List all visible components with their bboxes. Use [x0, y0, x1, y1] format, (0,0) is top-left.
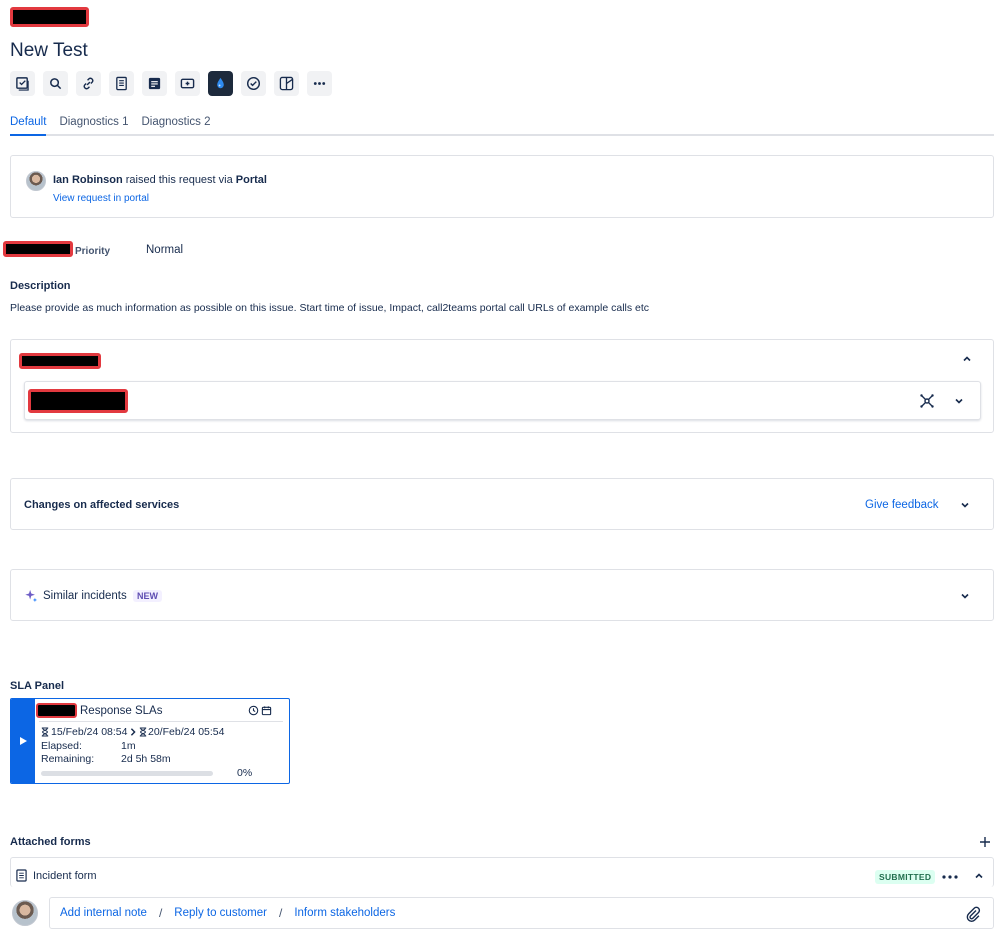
- attached-forms-heading: Attached forms: [10, 836, 91, 848]
- chevron-up-icon[interactable]: [961, 353, 973, 365]
- changes-section-card[interactable]: Changes on affected services Give feedba…: [10, 478, 994, 530]
- hourglass-icon: [41, 727, 49, 737]
- clock-icon[interactable]: [248, 705, 259, 716]
- sla-progress-bar: [41, 771, 213, 776]
- raised-via-text: raised this request via: [122, 174, 236, 186]
- description-text[interactable]: Please provide as much information as po…: [10, 302, 649, 314]
- add-internal-note-button[interactable]: Add internal note: [60, 907, 147, 919]
- check-circle-icon[interactable]: [241, 71, 266, 96]
- chevron-down-icon[interactable]: [959, 499, 971, 511]
- link-icon[interactable]: [76, 71, 101, 96]
- channel-name: Portal: [235, 174, 267, 186]
- more-icon[interactable]: [942, 874, 958, 880]
- sla-name: Response SLAs: [80, 705, 163, 717]
- network-icon[interactable]: [919, 393, 935, 409]
- calendar-icon[interactable]: [261, 705, 272, 716]
- sla-remaining-value: 2d 5h 58m: [121, 753, 171, 765]
- form-row[interactable]: Incident form SUBMITTED: [10, 857, 994, 887]
- similar-incidents-title: Similar incidents: [43, 590, 127, 602]
- reply-to-customer-button[interactable]: Reply to customer: [174, 907, 267, 919]
- redacted-section-card: [10, 339, 994, 433]
- add-screen-icon[interactable]: [175, 71, 200, 96]
- priority-label: Priority: [75, 246, 111, 257]
- redacted-section-title: [19, 353, 101, 369]
- reporter-avatar: [26, 171, 46, 191]
- sla-elapsed-value: 1m: [121, 740, 136, 752]
- request-origin-card: Ian Robinson raised this request via Por…: [10, 155, 994, 218]
- inform-stakeholders-button[interactable]: Inform stakeholders: [294, 907, 395, 919]
- chevron-down-icon[interactable]: [953, 395, 965, 407]
- chevron-up-icon[interactable]: [973, 870, 985, 882]
- redacted-sla-prefix: [36, 703, 77, 718]
- sla-end: 20/Feb/24 05:54: [148, 726, 225, 738]
- sla-panel-heading: SLA Panel: [10, 680, 64, 692]
- sla-start: 15/Feb/24 08:54: [51, 726, 128, 738]
- separator: /: [278, 906, 283, 920]
- raised-text: Ian Robinson raised this request via Por…: [53, 174, 267, 186]
- current-user-avatar: [12, 900, 38, 926]
- tab-bar: Default Diagnostics 1 Diagnostics 2: [10, 116, 994, 136]
- chevron-right-icon: [130, 728, 136, 736]
- sla-elapsed-label: Elapsed:: [41, 740, 82, 752]
- sla-remaining-label: Remaining:: [41, 753, 95, 765]
- changes-section-title: Changes on affected services: [24, 499, 180, 511]
- drop-icon[interactable]: [208, 71, 233, 96]
- tab-diagnostics-2[interactable]: Diagnostics 2: [141, 116, 210, 134]
- separator: /: [158, 906, 163, 920]
- issue-toolbar: [10, 71, 332, 96]
- more-icon[interactable]: [307, 71, 332, 96]
- tab-default[interactable]: Default: [10, 116, 47, 136]
- sla-progress-text: 0%: [237, 767, 253, 779]
- add-icon[interactable]: [979, 836, 991, 848]
- notes-icon[interactable]: [142, 71, 167, 96]
- description-heading: Description: [10, 280, 71, 292]
- sla-divider: [39, 721, 283, 722]
- redacted-field-label: [3, 241, 73, 257]
- form-icon: [16, 869, 27, 882]
- reporter-name[interactable]: Ian Robinson: [53, 174, 123, 186]
- checklist-icon[interactable]: [10, 71, 35, 96]
- chevron-down-icon[interactable]: [959, 590, 971, 602]
- new-badge: NEW: [133, 590, 162, 602]
- tab-diagnostics-1[interactable]: Diagnostics 1: [59, 116, 128, 134]
- sla-panel[interactable]: Response SLAs 15/Feb/24 08:54 20/Feb/24 …: [10, 698, 290, 784]
- play-icon[interactable]: [11, 699, 35, 783]
- redacted-issue-key: [10, 7, 89, 27]
- split-icon[interactable]: [274, 71, 299, 96]
- form-name[interactable]: Incident form: [33, 870, 97, 882]
- attachment-icon[interactable]: [965, 906, 981, 922]
- similar-incidents-card[interactable]: Similar incidents NEW: [10, 569, 994, 621]
- form-status-badge: SUBMITTED: [875, 870, 936, 884]
- comment-bar[interactable]: Add internal note / Reply to customer / …: [49, 897, 994, 929]
- redacted-inner-row: [24, 381, 981, 420]
- view-request-link[interactable]: View request in portal: [53, 193, 149, 204]
- priority-value[interactable]: Normal: [146, 244, 183, 256]
- redacted-item-title: [28, 389, 128, 413]
- page-title: New Test: [10, 40, 88, 61]
- document-icon[interactable]: [109, 71, 134, 96]
- hourglass-icon: [139, 727, 147, 737]
- give-feedback-link[interactable]: Give feedback: [865, 499, 939, 511]
- search-icon[interactable]: [43, 71, 68, 96]
- sparkle-icon: [25, 589, 38, 603]
